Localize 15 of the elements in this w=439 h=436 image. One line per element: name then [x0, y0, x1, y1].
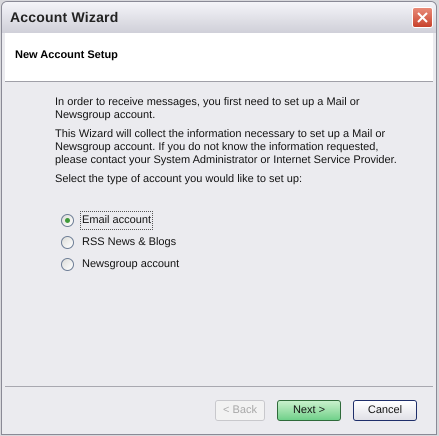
- wizard-button[interactable]: Next >: [277, 400, 341, 421]
- radio-button[interactable]: [61, 214, 74, 227]
- radio-button[interactable]: [61, 236, 74, 249]
- window-title: Account Wizard: [10, 8, 118, 27]
- close-icon: [417, 12, 428, 23]
- radio-button[interactable]: [61, 258, 74, 271]
- account-type-option[interactable]: RSS News & Blogs: [61, 234, 416, 251]
- header-title: New Account Setup: [15, 49, 118, 61]
- instruction-text: Select the type of account you would like to set up:: [55, 173, 304, 186]
- account-type-option[interactable]: Email account: [61, 212, 416, 229]
- account-type-option[interactable]: Newsgroup account: [61, 256, 416, 273]
- close-button[interactable]: [412, 7, 433, 28]
- wizard-button[interactable]: Cancel: [353, 400, 417, 421]
- instruction-text: This Wizard will collect the information necessary to set up a Mail or Newsgroup account. If you do not know the information requested, please contact your System Administrator or Internet Service Provider.: [55, 128, 398, 167]
- instruction-text: In order to receive messages, you first need to set up a Mail or Newsgroup account.: [55, 96, 360, 122]
